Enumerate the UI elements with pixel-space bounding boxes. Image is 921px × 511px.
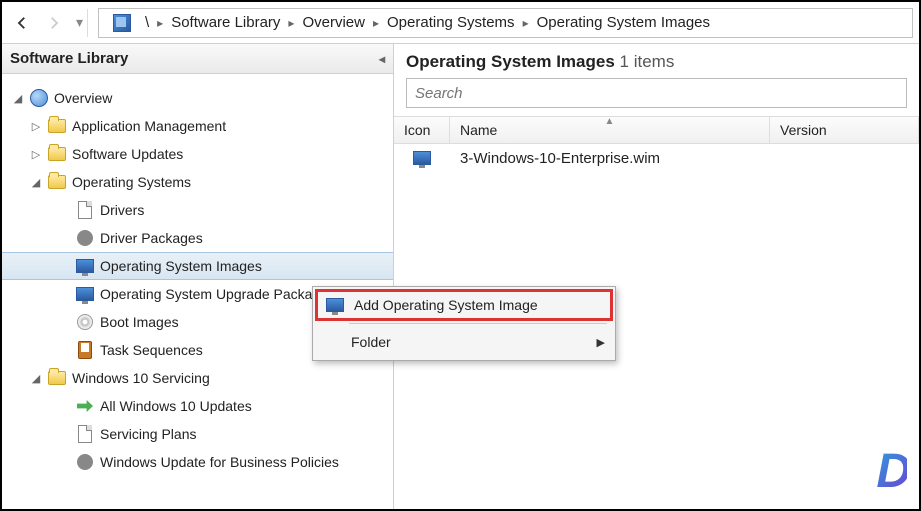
content-title: Operating System Images 1 items [394,44,919,78]
tree-label: Windows 10 Servicing [72,370,210,386]
table-header: Icon ▲ Name Version [394,116,919,144]
document-icon [76,425,94,443]
context-menu: Add Operating System Image Folder ▶ [312,286,616,361]
main-split: Software Library ◂ ◢ Overview ▷ Applicat… [2,44,919,509]
sidebar: Software Library ◂ ◢ Overview ▷ Applicat… [2,44,394,509]
menu-label: Add Operating System Image [354,297,538,313]
tree-label: Application Management [72,118,226,134]
content-title-text: Operating System Images [406,52,615,71]
tree-drivers[interactable]: ▷ Drivers [2,196,393,224]
folder-icon [48,173,66,191]
sort-asc-icon: ▲ [605,116,615,127]
chevron-right-icon: ▸ [157,16,163,30]
arrow-icon [76,397,94,415]
disc-icon [76,313,94,331]
expand-icon: ◢ [30,176,42,189]
tree-label: All Windows 10 Updates [100,398,252,414]
nav-tree: ◢ Overview ▷ Application Management ▷ So… [2,74,393,486]
column-name-label: Name [460,122,497,138]
monitor-icon [326,298,344,312]
folder-icon [48,369,66,387]
tree-label: Driver Packages [100,230,203,246]
expand-icon: ◢ [12,92,24,105]
table-row[interactable]: 3-Windows-10-Enterprise.wim [394,144,919,172]
tree-label: Task Sequences [100,342,203,358]
tree-app-mgmt[interactable]: ▷ Application Management [2,112,393,140]
address-icon [113,14,131,32]
column-name[interactable]: ▲ Name [450,117,770,143]
menu-folder[interactable]: Folder ▶ [315,326,613,358]
tree-label: Overview [54,90,112,106]
back-button[interactable] [8,9,36,37]
monitor-icon [413,151,431,165]
document-icon [76,201,94,219]
expand-icon: ▷ [30,120,42,133]
item-count: 1 items [620,52,675,71]
globe-icon [30,89,48,107]
crumb-os-images[interactable]: Operating System Images [537,14,710,31]
monitor-icon [76,257,94,275]
tree-label: Windows Update for Business Policies [100,454,339,470]
collapse-sidebar-button[interactable]: ◂ [379,52,385,66]
clipboard-icon [76,341,94,359]
forward-button[interactable] [40,9,68,37]
expand-icon: ▷ [30,148,42,161]
folder-icon [48,145,66,163]
watermark-logo: D [876,444,907,499]
tree-label: Operating System Upgrade Packages [100,286,335,302]
tree-software-updates[interactable]: ▷ Software Updates [2,140,393,168]
menu-separator [349,323,607,324]
tree-label: Operating Systems [72,174,191,190]
tree-label: Servicing Plans [100,426,197,442]
column-version[interactable]: Version [770,117,919,143]
submenu-arrow-icon: ▶ [597,336,605,349]
tree-overview[interactable]: ◢ Overview [2,84,393,112]
tree-w10-servicing[interactable]: ◢ Windows 10 Servicing [2,364,393,392]
search-wrap [394,78,919,116]
row-name: 3-Windows-10-Enterprise.wim [450,150,770,167]
tree-operating-systems[interactable]: ◢ Operating Systems [2,168,393,196]
tree-driver-packages[interactable]: ▷ Driver Packages [2,224,393,252]
search-input[interactable] [406,78,907,108]
toolbar: ▾ \ ▸ Software Library ▸ Overview ▸ Oper… [2,2,919,44]
crumb-root[interactable]: \ [145,14,149,31]
crumb-software-library[interactable]: Software Library [171,14,280,31]
monitor-icon [76,285,94,303]
tree-all-w10-updates[interactable]: ▷ All Windows 10 Updates [2,392,393,420]
gear-icon [76,453,94,471]
column-icon[interactable]: Icon [394,117,450,143]
tree-servicing-plans[interactable]: ▷ Servicing Plans [2,420,393,448]
content-pane: Operating System Images 1 items Icon ▲ N… [394,44,919,509]
history-dropdown[interactable]: ▾ [72,9,88,37]
crumb-operating-systems[interactable]: Operating Systems [387,14,515,31]
chevron-right-icon: ▸ [288,16,294,30]
tree-label: Operating System Images [100,258,262,274]
sidebar-title: Software Library [10,50,128,67]
expand-icon: ◢ [30,372,42,385]
menu-label: Folder [351,334,391,350]
chevron-right-icon: ▸ [523,16,529,30]
tree-label: Drivers [100,202,144,218]
tree-label: Boot Images [100,314,179,330]
folder-icon [48,117,66,135]
tree-wufb-policies[interactable]: ▷ Windows Update for Business Policies [2,448,393,476]
row-icon [394,151,450,165]
crumb-overview[interactable]: Overview [302,14,365,31]
gear-icon [76,229,94,247]
tree-os-images[interactable]: ▷ Operating System Images [2,252,393,280]
sidebar-header: Software Library ◂ [2,44,393,74]
menu-add-os-image[interactable]: Add Operating System Image [315,289,613,321]
chevron-right-icon: ▸ [373,16,379,30]
breadcrumb: \ ▸ Software Library ▸ Overview ▸ Operat… [98,8,913,38]
tree-label: Software Updates [72,146,183,162]
